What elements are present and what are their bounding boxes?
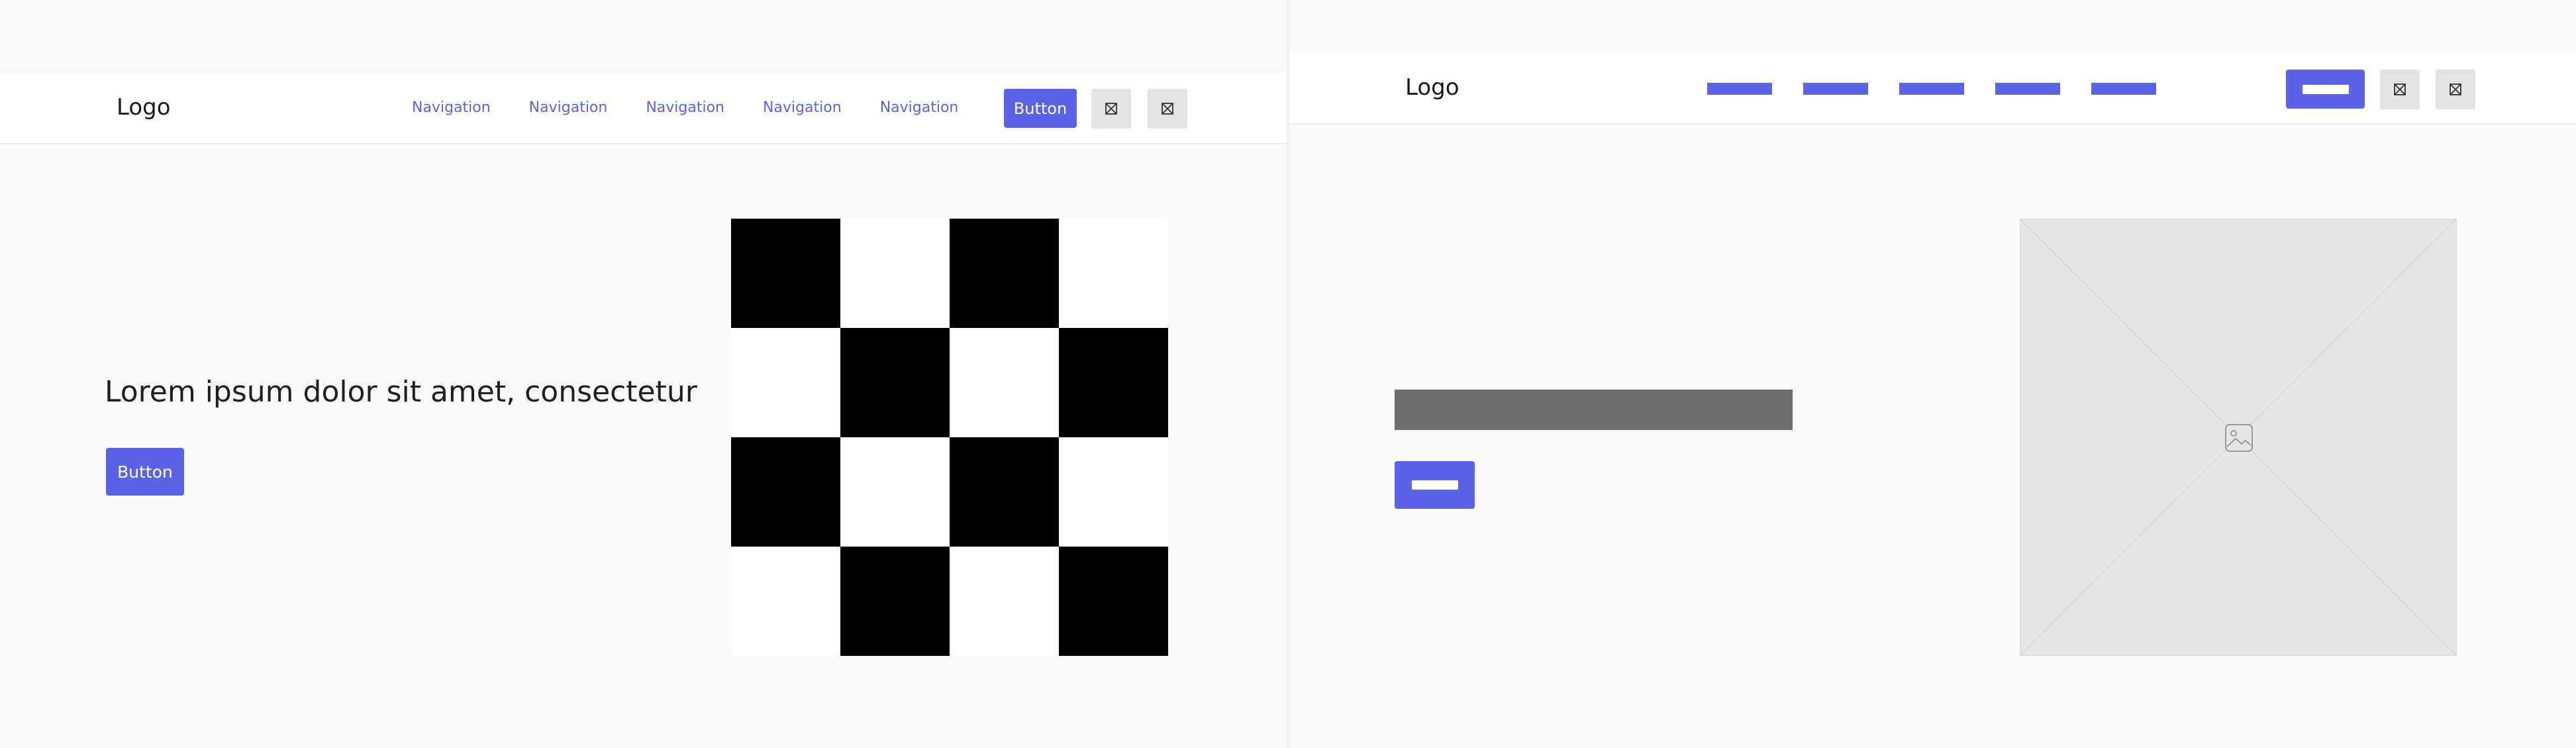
close-box-icon <box>1105 103 1117 115</box>
nav: Navigation Navigation Navigation Navigat… <box>412 99 997 116</box>
nav-item-4[interactable]: Navigation <box>763 99 842 116</box>
header-button[interactable]: Button <box>1004 89 1077 128</box>
nav-item-placeholder[interactable] <box>1707 83 1772 95</box>
image-placeholder-icon <box>2225 424 2253 452</box>
logo[interactable]: Logo <box>117 94 171 121</box>
checker-cell <box>1059 547 1168 656</box>
header: Logo Navigation Navigation Navigation Na… <box>0 73 1287 144</box>
checker-cell <box>840 328 950 437</box>
close-box-icon <box>1162 103 1173 115</box>
hero-headline: Lorem ipsum dolor sit amet, consectetur <box>105 375 697 409</box>
hero-button[interactable] <box>1395 461 1475 509</box>
nav-item-2[interactable]: Navigation <box>529 99 608 116</box>
button-label-placeholder <box>2302 84 2349 94</box>
checkerboard-image <box>731 219 1168 656</box>
checker-cell <box>950 437 1059 547</box>
logo[interactable]: Logo <box>1405 74 1460 101</box>
checker-cell <box>840 547 950 656</box>
icon-button-1[interactable] <box>2380 70 2420 109</box>
icon-button-2[interactable] <box>1148 89 1187 129</box>
checker-cell <box>950 547 1059 656</box>
hero-button[interactable]: Button <box>106 448 184 496</box>
nav-item-1[interactable]: Navigation <box>412 99 491 116</box>
close-box-icon <box>2450 83 2461 95</box>
checker-cell <box>950 219 1059 328</box>
checker-cell <box>1059 219 1168 328</box>
checker-cell <box>731 328 840 437</box>
button-label-placeholder <box>1411 480 1458 490</box>
header-button[interactable] <box>2286 70 2365 109</box>
nav-item-5[interactable]: Navigation <box>880 99 959 116</box>
header: Logo <box>1289 53 2576 125</box>
icon-button-1[interactable] <box>1091 89 1131 129</box>
headline-placeholder <box>1395 390 1793 430</box>
nav-item-placeholder[interactable] <box>1803 83 1868 95</box>
checker-cell <box>731 547 840 656</box>
checker-cell <box>731 437 840 547</box>
checker-cell <box>731 219 840 328</box>
nav-placeholder <box>1707 83 2187 95</box>
checker-cell <box>950 328 1059 437</box>
right-panel: Logo <box>1289 0 2576 748</box>
nav-item-3[interactable]: Navigation <box>646 99 724 116</box>
nav-item-placeholder[interactable] <box>2091 83 2156 95</box>
close-box-icon <box>2394 83 2406 95</box>
checker-cell <box>1059 328 1168 437</box>
checker-cell <box>840 219 950 328</box>
left-panel: Logo Navigation Navigation Navigation Na… <box>0 0 1287 748</box>
image-placeholder <box>2020 219 2457 656</box>
checker-cell <box>1059 437 1168 547</box>
checker-cell <box>840 437 950 547</box>
nav-item-placeholder[interactable] <box>1995 83 2060 95</box>
nav-item-placeholder[interactable] <box>1899 83 1964 95</box>
icon-button-2[interactable] <box>2436 70 2475 109</box>
